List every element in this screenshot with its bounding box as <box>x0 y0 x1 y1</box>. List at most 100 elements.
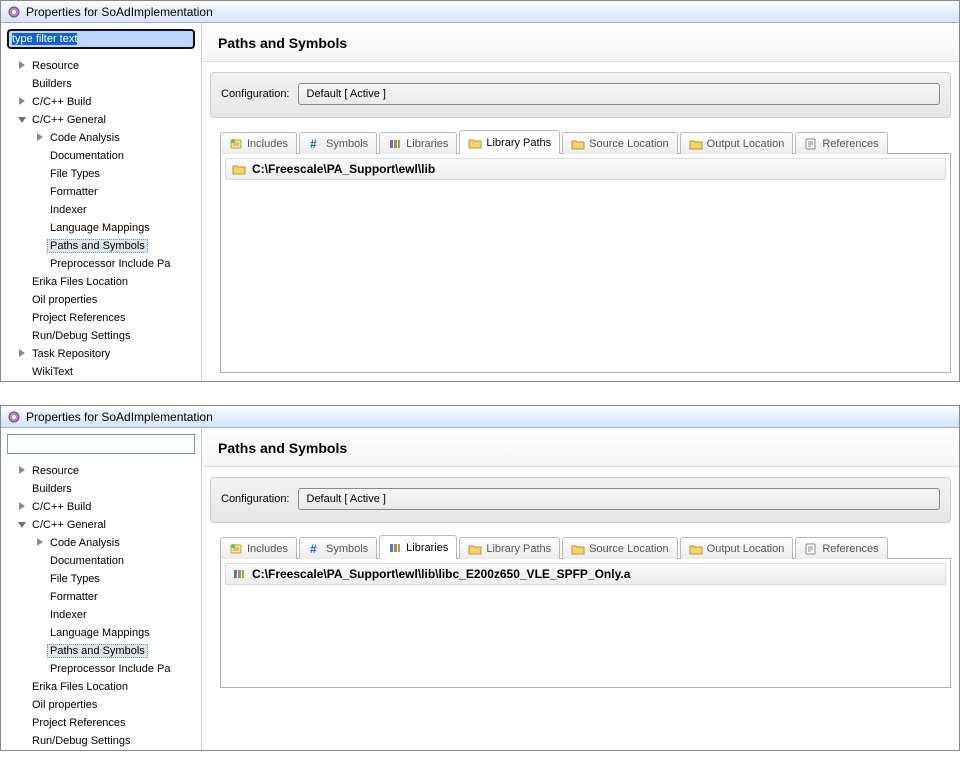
tab-source-location[interactable]: Source Location <box>562 132 678 154</box>
tab-libraries[interactable]: Libraries <box>379 535 457 559</box>
tree-item[interactable]: Paths and Symbols <box>13 642 201 660</box>
tab-libraries[interactable]: Libraries <box>379 132 457 154</box>
svg-text:#: # <box>310 542 317 556</box>
tree-item[interactable]: Erika Files Location <box>13 273 201 291</box>
tree-item-label: Run/Debug Settings <box>29 329 133 343</box>
tree-item-label: Documentation <box>47 554 127 568</box>
eclipse-icon <box>7 410 21 424</box>
tree-twisty-icon[interactable] <box>17 60 29 72</box>
tree-item[interactable]: Language Mappings <box>13 219 201 237</box>
category-sidebar: ResourceBuildersC/C++ BuildC/C++ General… <box>1 428 201 750</box>
tree-item[interactable]: C/C++ Build <box>13 93 201 111</box>
tree-item-label: Project References <box>29 311 129 325</box>
tab-references[interactable]: References <box>795 537 887 559</box>
tree-item[interactable]: Builders <box>13 480 201 498</box>
page-title: Paths and Symbols <box>202 23 959 62</box>
tree-item[interactable]: Run/Debug Settings <box>13 732 201 750</box>
tree-item-label: Code Analysis <box>47 131 123 145</box>
tree-item[interactable]: Formatter <box>13 588 201 606</box>
tree-item-label: Paths and Symbols <box>47 644 148 658</box>
tab-references[interactable]: References <box>795 132 887 154</box>
properties-window: Properties for SoAdImplementation Resourc… <box>0 0 960 382</box>
tree-item[interactable]: Code Analysis <box>13 129 201 147</box>
folder-src-icon <box>571 542 585 556</box>
tree-item[interactable]: Project References <box>13 714 201 732</box>
tab-output-location[interactable]: Output Location <box>680 132 794 154</box>
tree-item[interactable]: Project References <box>13 309 201 327</box>
tree-item[interactable]: Builders <box>13 75 201 93</box>
main-panel: Paths and SymbolsConfiguration:Default [… <box>201 23 959 381</box>
hash-icon: # <box>308 542 322 556</box>
tree-twisty-icon[interactable] <box>17 348 29 360</box>
folder-out-icon <box>689 137 703 151</box>
tree-item[interactable]: Language Mappings <box>13 624 201 642</box>
tree-item[interactable]: C/C++ General <box>13 516 201 534</box>
tab-output-location[interactable]: Output Location <box>680 537 794 559</box>
window-title: Properties for SoAdImplementation <box>26 5 213 19</box>
tree-item[interactable]: Documentation <box>13 552 201 570</box>
tree-twisty-icon[interactable] <box>35 537 47 549</box>
tree-twisty-icon[interactable] <box>17 519 29 531</box>
tree-item[interactable]: WikiText <box>13 363 201 381</box>
titlebar[interactable]: Properties for SoAdImplementation <box>1 406 959 428</box>
tab-strip: Includes#SymbolsLibraries Library Paths So… <box>220 130 951 154</box>
tab-symbols[interactable]: # Symbols <box>299 537 377 559</box>
tree-item[interactable]: Code Analysis <box>13 534 201 552</box>
tree-item[interactable]: Oil properties <box>13 696 201 714</box>
ref-icon <box>804 542 818 556</box>
tree-item[interactable]: Task Repository <box>13 345 201 363</box>
tree-item-label: Preprocessor Include Pa <box>47 662 173 676</box>
tree-item[interactable]: Formatter <box>13 183 201 201</box>
tab-includes[interactable]: Includes <box>220 537 297 559</box>
list-item[interactable]: C:\Freescale\PA_Support\ewl\lib <box>225 158 946 180</box>
tree-item-label: Indexer <box>47 203 90 217</box>
tree-item[interactable]: Erika Files Location <box>13 678 201 696</box>
tree-item-label: Paths and Symbols <box>47 239 148 253</box>
tree-item[interactable]: Documentation <box>13 147 201 165</box>
tree-twisty-icon[interactable] <box>17 96 29 108</box>
tab-symbols[interactable]: #Symbols <box>299 132 377 154</box>
category-sidebar: Resource Builders C/C++ Build C/C++ General… <box>1 23 201 381</box>
tree-item[interactable]: Preprocessor Include Pa <box>13 255 201 273</box>
tree-item[interactable]: Preprocessor Include Pa <box>13 660 201 678</box>
tree-item[interactable]: Resource <box>13 57 201 75</box>
tree-item-label: Builders <box>29 77 75 91</box>
tab-label: Symbols <box>326 543 368 555</box>
tree-item[interactable]: Oil properties <box>13 291 201 309</box>
svg-text:#: # <box>310 137 317 151</box>
tab-includes[interactable]: Includes <box>220 132 297 154</box>
filter-input[interactable] <box>7 29 195 49</box>
filter-input[interactable] <box>7 434 195 454</box>
tab-library-paths[interactable]: Library Paths <box>459 537 560 559</box>
window-title: Properties for SoAdImplementation <box>26 410 213 424</box>
tree-item-label: Formatter <box>47 185 101 199</box>
tree-twisty-icon[interactable] <box>35 132 47 144</box>
tab-label: References <box>822 138 878 150</box>
category-tree: Resource Builders C/C++ Build C/C++ General… <box>7 53 201 381</box>
configuration-dropdown[interactable]: Default [ Active ] <box>298 488 941 510</box>
titlebar[interactable]: Properties for SoAdImplementation <box>1 1 959 23</box>
configuration-dropdown[interactable]: Default [ Active ] <box>298 83 941 105</box>
tree-item-label: Language Mappings <box>47 221 153 235</box>
tree-item-label: C/C++ Build <box>29 95 94 109</box>
tree-twisty-icon[interactable] <box>17 465 29 477</box>
tree-item[interactable]: Run/Debug Settings <box>13 327 201 345</box>
tree-item-label: Language Mappings <box>47 626 153 640</box>
tree-item[interactable]: File Types <box>13 570 201 588</box>
tab-source-location[interactable]: Source Location <box>562 537 678 559</box>
tab-library-paths[interactable]: Library Paths <box>459 130 560 154</box>
tree-item[interactable]: Indexer <box>13 606 201 624</box>
tab-label: Library Paths <box>486 137 551 149</box>
tree-item-label: Erika Files Location <box>29 275 131 289</box>
folder-src-icon <box>571 137 585 151</box>
folder-lib-icon <box>468 136 482 150</box>
tree-item[interactable]: Paths and Symbols <box>13 237 201 255</box>
tree-twisty-icon[interactable] <box>17 114 29 126</box>
list-item[interactable]: C:\Freescale\PA_Support\ewl\lib\libc_E20… <box>225 563 946 585</box>
tree-item[interactable]: Indexer <box>13 201 201 219</box>
tree-item[interactable]: C/C++ Build <box>13 498 201 516</box>
tree-item[interactable]: C/C++ General <box>13 111 201 129</box>
tree-twisty-icon[interactable] <box>17 501 29 513</box>
tree-item[interactable]: Resource <box>13 462 201 480</box>
tree-item[interactable]: File Types <box>13 165 201 183</box>
